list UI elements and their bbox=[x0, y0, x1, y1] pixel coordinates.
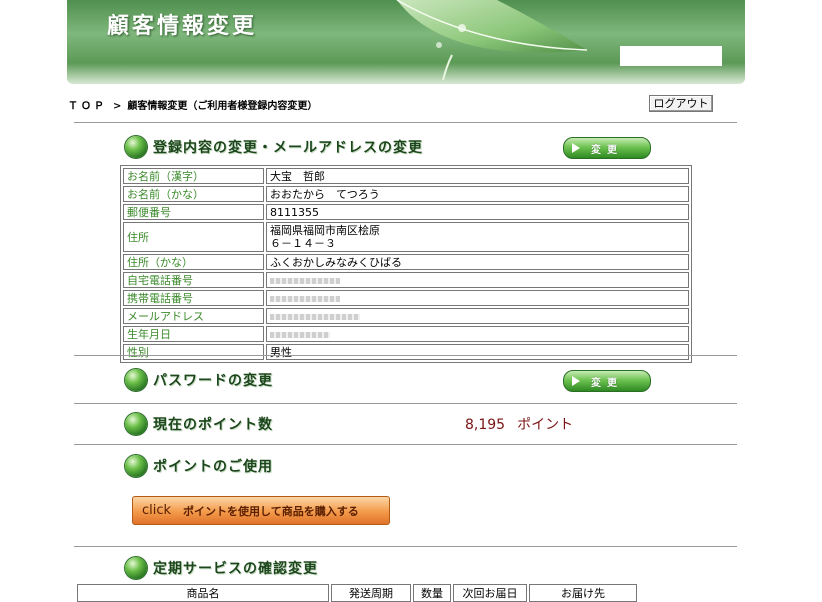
column-header-product: 商品名 bbox=[77, 584, 329, 602]
section-subscription-title: 定期サービスの確認変更 bbox=[153, 561, 318, 577]
column-header-cycle: 発送周期 bbox=[331, 584, 411, 602]
table-row: 性別 男性 bbox=[123, 344, 689, 360]
use-points-button[interactable]: click ポイントを使用して商品を購入する bbox=[132, 496, 390, 525]
change-button-label: 変更 bbox=[591, 377, 623, 389]
green-ball-icon bbox=[125, 557, 147, 579]
table-row: お名前（漢字） 大宝 哲郎 bbox=[123, 168, 689, 184]
table-header-row: 商品名 発送周期 数量 次回お届日 お届け先 bbox=[77, 584, 637, 602]
green-ball-icon bbox=[125, 136, 147, 158]
points-unit: ポイント bbox=[517, 417, 574, 433]
table-row: お名前（かな） おおたから てつろう bbox=[123, 186, 689, 202]
address-label: 住所 bbox=[123, 222, 264, 252]
redacted-value bbox=[270, 295, 340, 302]
section-points-title: 現在のポイント数 bbox=[153, 417, 273, 433]
divider bbox=[74, 355, 737, 356]
redacted-value bbox=[270, 331, 330, 338]
use-points-label: ポイントを使用して商品を購入する bbox=[183, 504, 359, 518]
points-display: 8,195 ポイント bbox=[465, 414, 573, 434]
section-password-title: パスワードの変更 bbox=[153, 373, 273, 389]
divider bbox=[74, 444, 737, 445]
section-registration: 登録内容の変更・メールアドレスの変更 bbox=[125, 135, 423, 159]
profile-table: お名前（漢字） 大宝 哲郎 お名前（かな） おおたから てつろう 郵便番号 81… bbox=[120, 165, 692, 363]
breadcrumb-separator: > bbox=[113, 101, 122, 112]
banner-white-box bbox=[620, 46, 722, 66]
table-row: 住所（かな） ふくおかしみなみくひばる bbox=[123, 254, 689, 270]
home-phone-value bbox=[266, 272, 689, 288]
column-header-destination: お届け先 bbox=[529, 584, 637, 602]
address-value: 福岡県福岡市南区桧原 ６－１４－３ bbox=[266, 222, 689, 252]
section-password: パスワードの変更 bbox=[125, 368, 273, 392]
redacted-value bbox=[270, 313, 360, 320]
name-kanji-label: お名前（漢字） bbox=[123, 168, 264, 184]
gender-value: 男性 bbox=[266, 344, 689, 360]
table-row: 郵便番号 8111355 bbox=[123, 204, 689, 220]
green-ball-icon bbox=[125, 455, 147, 477]
table-row: 自宅電話番号 bbox=[123, 272, 689, 288]
postal-code-value: 8111355 bbox=[266, 204, 689, 220]
logout-button[interactable]: ログアウト bbox=[649, 95, 713, 112]
breadcrumb-top-link[interactable]: ＴＯＰ bbox=[68, 101, 107, 112]
play-icon bbox=[572, 143, 580, 153]
subscription-table: 商品名 発送周期 数量 次回お届日 お届け先 bbox=[75, 584, 639, 602]
postal-code-label: 郵便番号 bbox=[123, 204, 264, 220]
email-label: メールアドレス bbox=[123, 308, 264, 324]
address-kana-value: ふくおかしみなみくひばる bbox=[266, 254, 689, 270]
address-line1: 福岡県福岡市南区桧原 bbox=[270, 224, 380, 237]
redacted-value bbox=[270, 277, 340, 284]
header-banner: 顧客情報変更 bbox=[67, 0, 745, 84]
name-kanji-value: 大宝 哲郎 bbox=[266, 168, 689, 184]
change-password-button[interactable]: 変更 bbox=[563, 370, 651, 392]
divider bbox=[74, 403, 737, 404]
section-points: 現在のポイント数 bbox=[125, 412, 273, 436]
table-row: 生年月日 bbox=[123, 326, 689, 342]
change-button-label: 変更 bbox=[591, 144, 623, 156]
home-phone-label: 自宅電話番号 bbox=[123, 272, 264, 288]
birthdate-label: 生年月日 bbox=[123, 326, 264, 342]
table-row: 携帯電話番号 bbox=[123, 290, 689, 306]
green-ball-icon bbox=[125, 369, 147, 391]
green-ball-icon bbox=[125, 413, 147, 435]
email-value bbox=[266, 308, 689, 324]
divider bbox=[74, 122, 737, 123]
birthdate-value bbox=[266, 326, 689, 342]
table-row: 住所 福岡県福岡市南区桧原 ６－１４－３ bbox=[123, 222, 689, 252]
section-use-points: ポイントのご使用 bbox=[125, 454, 273, 478]
address-kana-label: 住所（かな） bbox=[123, 254, 264, 270]
column-header-quantity: 数量 bbox=[413, 584, 451, 602]
page-title: 顧客情報変更 bbox=[107, 13, 258, 39]
name-kana-value: おおたから てつろう bbox=[266, 186, 689, 202]
click-label: click bbox=[142, 503, 172, 518]
section-subscription: 定期サービスの確認変更 bbox=[125, 556, 318, 580]
divider bbox=[74, 546, 737, 547]
address-line2: ６－１４－３ bbox=[270, 237, 336, 250]
column-header-next-delivery: 次回お届日 bbox=[453, 584, 527, 602]
mobile-phone-label: 携帯電話番号 bbox=[123, 290, 264, 306]
change-registration-button[interactable]: 変更 bbox=[563, 137, 651, 159]
play-icon bbox=[572, 376, 580, 386]
section-use-points-title: ポイントのご使用 bbox=[153, 459, 273, 475]
table-row: メールアドレス bbox=[123, 308, 689, 324]
breadcrumb-current: 顧客情報変更（ご利用者様登録内容変更） bbox=[127, 101, 318, 112]
points-value: 8,195 bbox=[465, 417, 506, 433]
breadcrumb: ＴＯＰ > 顧客情報変更（ご利用者様登録内容変更） bbox=[68, 97, 317, 112]
name-kana-label: お名前（かな） bbox=[123, 186, 264, 202]
mobile-phone-value bbox=[266, 290, 689, 306]
gender-label: 性別 bbox=[123, 344, 264, 360]
section-registration-title: 登録内容の変更・メールアドレスの変更 bbox=[153, 140, 423, 156]
